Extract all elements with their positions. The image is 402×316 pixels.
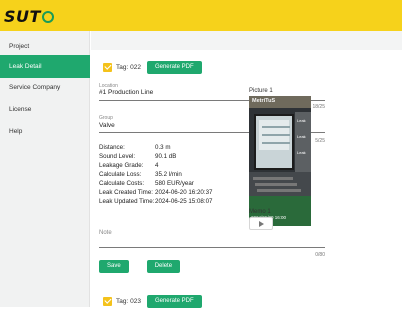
sidebar-item-help[interactable]: Help	[0, 120, 90, 143]
app-logo: SUT	[4, 7, 54, 26]
info-key: Leak Created Time:	[99, 189, 153, 196]
logo-prefix: S	[4, 7, 17, 26]
info-key: Leakage Grade:	[99, 162, 144, 169]
note-underline	[99, 247, 325, 248]
info-key: Distance:	[99, 144, 125, 151]
picture-screen-line	[262, 126, 290, 128]
info-value: 580 EUR/year	[155, 180, 194, 187]
logo-o-mark	[41, 11, 54, 23]
info-value: 0.3 m	[155, 144, 171, 151]
tag-checkbox[interactable]	[103, 62, 112, 72]
info-key: Leak Updated Time:	[99, 198, 155, 205]
delete-button[interactable]: Delete	[146, 260, 181, 273]
sidebar-item-leak-detail[interactable]: Leak Detail	[0, 55, 90, 78]
info-value: 2024-06-20 16:20:37	[155, 189, 213, 196]
picture-screen-line	[262, 134, 290, 136]
info-leakage-grade: Leakage Grade: 4	[99, 162, 158, 169]
info-calculate-costs: Calculate Costs: 580 EUR/year	[99, 180, 194, 187]
picture-key-row	[257, 189, 301, 192]
tag-checkbox-2[interactable]	[103, 296, 112, 306]
info-value: 4	[155, 162, 159, 169]
info-key: Calculate Costs:	[99, 180, 145, 187]
group-char-count: 5/25	[315, 138, 325, 144]
info-sound-level: Sound Level: 90.1 dB	[99, 153, 176, 160]
info-value: 35.2 l/min	[155, 171, 182, 178]
picture-side-label: Leak	[297, 118, 306, 123]
generate-pdf-button-2[interactable]: Generate PDF	[146, 294, 202, 308]
group-label: Group	[99, 115, 113, 121]
memo-title: Memo 1	[249, 209, 271, 215]
picture-title: Picture 1	[249, 88, 273, 94]
tag-row: Tag: 022 Generate PDF	[103, 60, 202, 74]
picture-keyboard	[249, 172, 311, 196]
save-button[interactable]: Save	[99, 260, 129, 273]
picture-brand-text: MetriTuS	[252, 98, 276, 104]
top-bar: SUT	[0, 0, 402, 31]
tag-label-2: Tag: 023	[116, 297, 141, 305]
picture-device-screen	[254, 114, 294, 170]
group-field[interactable]: Valve	[99, 122, 115, 129]
note-field[interactable]: Note	[99, 230, 112, 236]
info-value: 90.1 dB	[155, 153, 177, 160]
leak-card-2: Tag: 023 Generate PDF	[91, 286, 402, 316]
picture-key-row	[255, 183, 297, 186]
sidebar-item-license[interactable]: License	[0, 98, 90, 121]
play-icon	[259, 221, 264, 227]
picture-screen-inner	[259, 120, 290, 150]
info-distance: Distance: 0.3 m	[99, 144, 170, 151]
location-field[interactable]: #1 Production Line	[99, 89, 153, 96]
picture-key-row	[253, 177, 293, 180]
picture-screen-line	[262, 142, 290, 144]
main-content: Tag: 022 Generate PDF Location #1 Produc…	[91, 31, 402, 316]
info-value: 2024-06-25 15:08:07	[155, 198, 213, 205]
sidebar-item-service-company[interactable]: Service Company	[0, 76, 90, 99]
picture-side-label: Leak	[297, 150, 306, 155]
memo-play-button[interactable]	[249, 217, 273, 230]
picture-side-label: Leak	[297, 134, 306, 139]
tag-label: Tag: 022	[116, 63, 141, 71]
leak-picture[interactable]: MetriTuS Leak Leak Leak 2024/06/20 16:00	[249, 96, 311, 226]
action-buttons: Save Delete	[99, 260, 181, 273]
note-char-count: 0/80	[315, 252, 325, 258]
location-char-count: 18/25	[312, 104, 325, 110]
tag-row-2: Tag: 023 Generate PDF	[103, 294, 202, 308]
picture-top-band: MetriTuS	[249, 96, 311, 108]
info-created-time: Leak Created Time: 2024-06-20 16:20:37	[99, 189, 212, 196]
generate-pdf-button[interactable]: Generate PDF	[146, 60, 202, 74]
sidebar: Project Leak Detail Service Company Lice…	[0, 31, 90, 307]
info-calculate-loss: Calculate Loss: 35.2 l/min	[99, 171, 182, 178]
info-key: Calculate Loss:	[99, 171, 142, 178]
leak-card: Tag: 022 Generate PDF Location #1 Produc…	[91, 50, 402, 302]
info-key: Sound Level:	[99, 153, 136, 160]
info-updated-time: Leak Updated Time: 2024-06-25 15:08:07	[99, 198, 212, 205]
